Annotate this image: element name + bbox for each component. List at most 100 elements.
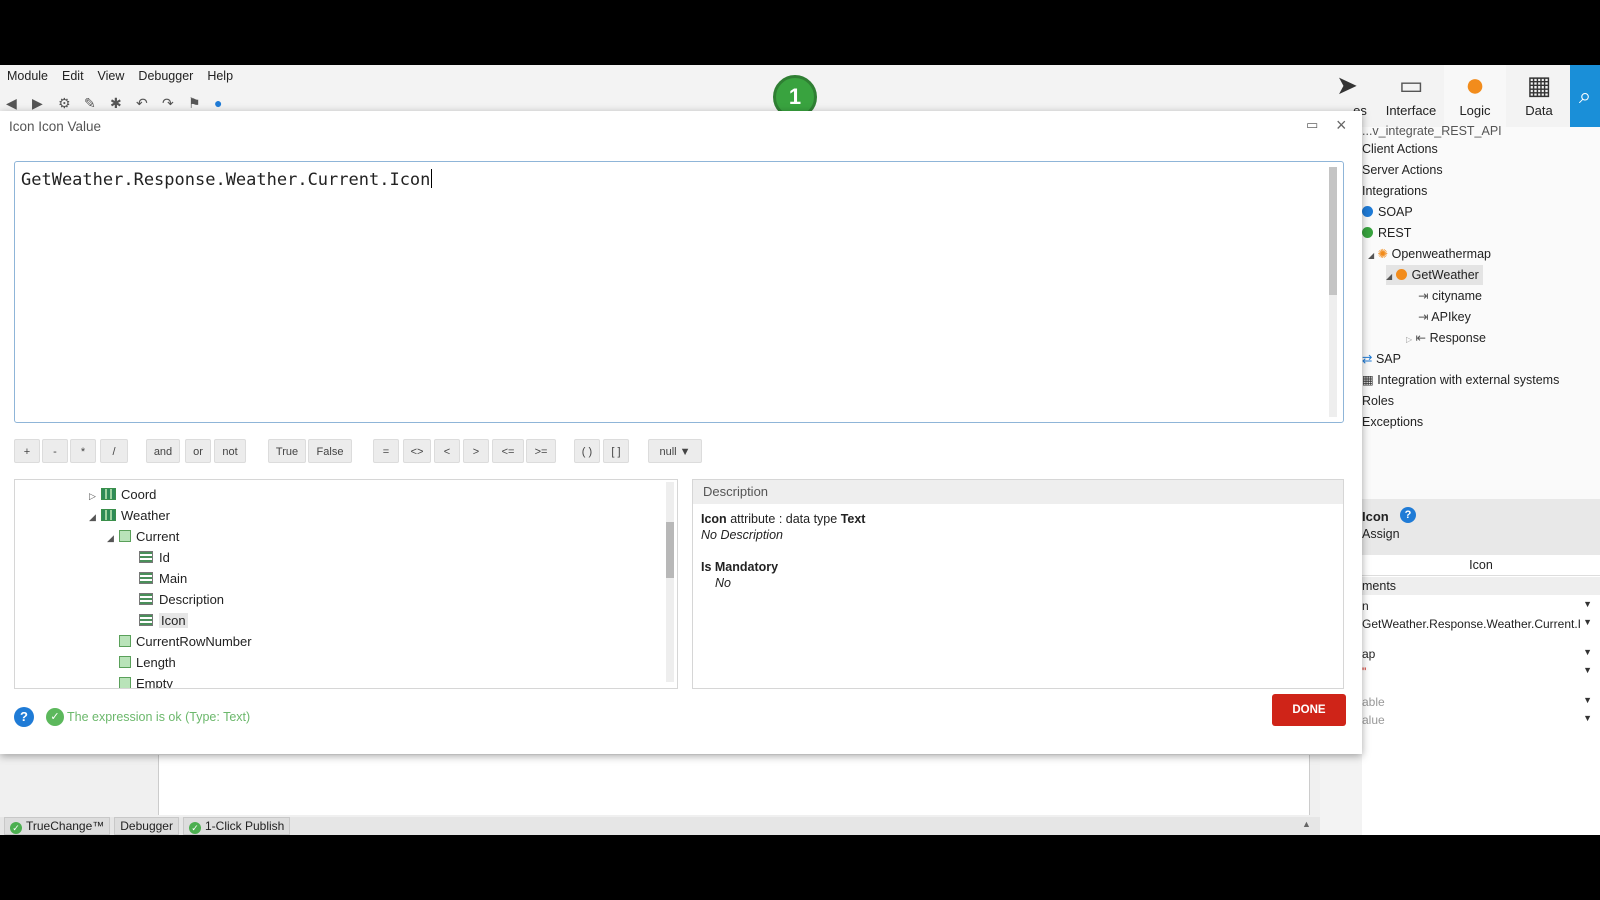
op-greater-button[interactable]: > (463, 439, 489, 463)
editor-canvas[interactable] (158, 755, 1310, 815)
debug-icon[interactable]: ✱ (110, 95, 136, 112)
menu-debugger[interactable]: Debugger (131, 65, 200, 87)
attribute-icon (139, 614, 153, 626)
tab-interface[interactable]: ▭ Interface (1380, 65, 1442, 127)
op-parentheses-button[interactable]: ( ) (574, 439, 600, 463)
chevron-down-icon[interactable]: ▼ (1583, 665, 1592, 675)
prop-row-value[interactable]: GetWeather.Response.Weather.Current.I ▼ (1362, 617, 1600, 635)
scope-tree: ▷ Coord ◢ Weather ◢ Current Id Main Descrip… (14, 479, 678, 689)
tree-getweather[interactable]: ◢ GetWeather (1386, 265, 1483, 285)
tree-integrations[interactable]: Integrations (1362, 181, 1427, 201)
menu-help[interactable]: Help (200, 65, 240, 87)
op-and-button[interactable]: and (146, 439, 180, 463)
collapse-arrow-icon[interactable]: ◢ (89, 507, 101, 527)
close-icon[interactable]: × (1336, 115, 1347, 136)
expression-input[interactable]: GetWeather.Response.Weather.Current.Icon (14, 161, 1344, 423)
tree-item-coord[interactable]: ▷ Coord (89, 485, 156, 505)
tree-client-actions[interactable]: Client Actions (1362, 139, 1438, 159)
help-icon[interactable]: ● (214, 95, 240, 111)
tools-icon[interactable]: ✎ (84, 95, 110, 112)
collapse-arrow-icon[interactable]: ◢ (107, 528, 119, 548)
maximize-icon[interactable]: ▭ (1306, 117, 1318, 133)
debugger-button[interactable]: Debugger (114, 817, 179, 835)
op-or-button[interactable]: or (185, 439, 211, 463)
tree-item-main[interactable]: Main (139, 569, 187, 589)
collapse-arrow-icon[interactable]: ◢ (1368, 251, 1374, 260)
chevron-down-icon[interactable]: ▼ (1583, 599, 1592, 609)
op-equals-button[interactable]: = (373, 439, 399, 463)
tree-item-id-label: Id (159, 550, 170, 565)
op-not-button[interactable]: not (214, 439, 246, 463)
expand-arrow-icon[interactable]: ▷ (1406, 335, 1412, 344)
properties-tab[interactable]: Icon (1362, 555, 1600, 576)
menu-view[interactable]: View (91, 65, 132, 87)
search-icon[interactable]: ⌕ (1570, 65, 1600, 127)
tree-integration-external[interactable]: ▦ Integration with external systems (1362, 370, 1559, 390)
publish-button[interactable]: ✓ 1-Click Publish (182, 817, 291, 835)
tree-openweathermap[interactable]: ◢ ✺ Openweathermap (1368, 244, 1491, 264)
menu-module[interactable]: Module (0, 65, 55, 87)
prop-row-default-value[interactable]: alue ▼ (1362, 713, 1600, 731)
collapse-arrow-icon[interactable]: ◢ (1386, 272, 1392, 281)
tree-roles[interactable]: Roles (1362, 391, 1394, 411)
undo-icon[interactable]: ↶ (136, 95, 162, 112)
tree-soap[interactable]: SOAP (1362, 202, 1413, 222)
prop-row-required[interactable]: " ▼ (1362, 665, 1600, 683)
chevron-down-icon[interactable]: ▼ (1583, 695, 1592, 705)
help-icon[interactable]: ? (1400, 507, 1416, 523)
prop-row-name[interactable]: n ▼ (1362, 599, 1600, 617)
tab-data[interactable]: ▦ Data (1508, 65, 1570, 127)
op-greater-equal-button[interactable]: >= (526, 439, 556, 463)
tree-item-length[interactable]: Length (119, 653, 176, 673)
tree-server-actions[interactable]: Server Actions (1362, 160, 1443, 180)
tree-item-weather[interactable]: ◢ Weather (89, 506, 170, 526)
op-less-button[interactable]: < (434, 439, 460, 463)
chevron-down-icon[interactable]: ▼ (1583, 713, 1592, 723)
prop-row-variable[interactable]: able ▼ (1362, 695, 1600, 713)
op-brackets-button[interactable]: [ ] (603, 439, 629, 463)
record-icon (119, 530, 131, 542)
tree-cityname[interactable]: ⇥ cityname (1418, 286, 1482, 306)
tree-item-empty[interactable]: Empty (119, 674, 173, 688)
back-icon[interactable]: ◀ (6, 95, 32, 112)
truechange-button[interactable]: ✓ TrueChange™ (4, 817, 111, 835)
tree-exceptions[interactable]: Exceptions (1362, 412, 1423, 432)
op-false-button[interactable]: False (308, 439, 352, 463)
tree-item-id[interactable]: Id (139, 548, 170, 568)
op-plus-button[interactable]: + (14, 439, 40, 463)
tree-item-current[interactable]: ◢ Current (107, 527, 179, 547)
tree-response[interactable]: ▷ ⇤ Response (1406, 328, 1486, 348)
help-icon[interactable]: ? (14, 707, 34, 727)
op-true-button[interactable]: True (268, 439, 306, 463)
scrollbar-thumb[interactable] (666, 522, 674, 578)
tree-sap[interactable]: ⇄ SAP (1362, 349, 1401, 369)
prop-row-map[interactable]: ap ▼ (1362, 647, 1600, 665)
op-not-equal-button[interactable]: <> (403, 439, 431, 463)
gear-icon[interactable]: ⚙ (58, 95, 84, 112)
tab-logic[interactable]: ● Logic (1444, 65, 1506, 127)
input-param-icon: ⇥ (1418, 289, 1429, 303)
expression-text[interactable]: GetWeather.Response.Weather.Current.Icon (21, 169, 433, 190)
expression-scrollbar[interactable] (1329, 167, 1337, 417)
compare-icon[interactable]: ⚑ (188, 95, 214, 112)
tree-apikey[interactable]: ⇥ APIkey (1418, 307, 1471, 327)
tree-rest[interactable]: REST (1362, 223, 1411, 243)
expand-arrow-icon[interactable]: ▷ (89, 486, 101, 506)
scrollbar-thumb[interactable] (1329, 167, 1337, 295)
chevron-down-icon[interactable]: ▼ (1583, 617, 1592, 627)
tree-item-description[interactable]: Description (139, 590, 224, 610)
chevron-down-icon[interactable]: ▼ (1583, 647, 1592, 657)
menu-edit[interactable]: Edit (55, 65, 91, 87)
tree-scrollbar[interactable] (666, 482, 674, 682)
done-button[interactable]: DONE (1272, 694, 1346, 726)
op-null-dropdown[interactable]: null ▼ (648, 439, 702, 463)
tree-item-icon[interactable]: Icon (139, 611, 188, 631)
collapse-up-icon[interactable]: ▲ (1302, 819, 1311, 829)
op-divide-button[interactable]: / (100, 439, 128, 463)
redo-icon[interactable]: ↷ (162, 95, 188, 112)
tree-item-currentrownumber[interactable]: CurrentRowNumber (119, 632, 252, 652)
op-multiply-button[interactable]: * (70, 439, 96, 463)
forward-icon[interactable]: ▶ (32, 95, 58, 112)
op-minus-button[interactable]: - (42, 439, 68, 463)
op-less-equal-button[interactable]: <= (492, 439, 524, 463)
